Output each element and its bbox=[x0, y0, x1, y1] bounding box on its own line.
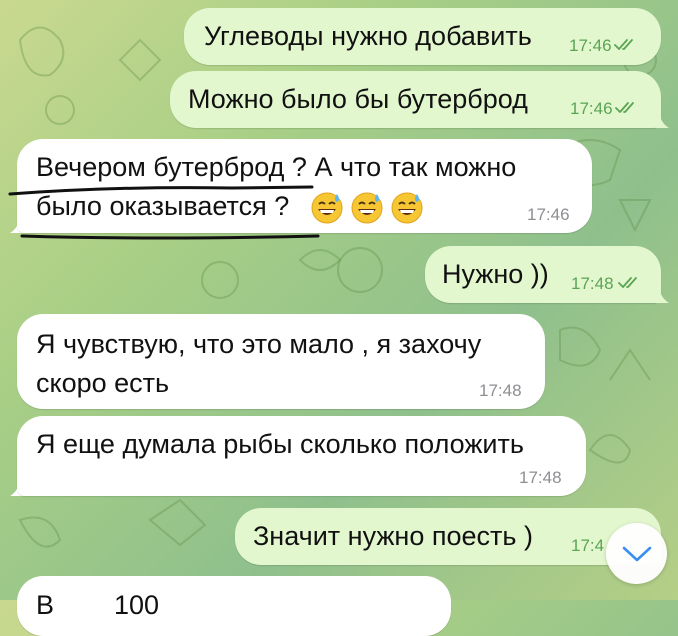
message-text-line: Я чувствую, что это мало , я захочу bbox=[36, 329, 482, 359]
message-text: Нужно )) bbox=[442, 259, 549, 289]
message-bubble-incoming[interactable]: В 100 bbox=[17, 576, 451, 636]
message-time: 17:46 bbox=[569, 36, 612, 55]
message-bubble-outgoing[interactable]: Значит нужно поесть ) 17:4 bbox=[235, 508, 661, 565]
message-time: 17:48 bbox=[519, 468, 562, 487]
scroll-to-bottom-button[interactable] bbox=[606, 523, 667, 584]
message-time: 17:46 bbox=[570, 99, 613, 118]
message-text: Значит нужно поесть ) bbox=[253, 521, 533, 551]
message-bubble-outgoing[interactable]: Можно было бы бутерброд 17:46 bbox=[170, 71, 661, 128]
message-text-line: скоро есть bbox=[36, 368, 170, 398]
message-time: 17:48 bbox=[571, 274, 614, 293]
message-time: 17:46 bbox=[527, 205, 570, 224]
message-time: 17:48 bbox=[479, 381, 522, 400]
message-bubble-outgoing[interactable]: Нужно )) 17:48 bbox=[425, 246, 661, 303]
message-list[interactable]: Углеводы нужно добавить 17:46 Можно было… bbox=[0, 0, 678, 636]
chevron-down-icon bbox=[622, 546, 651, 561]
grinning-sweat-emoji bbox=[391, 192, 423, 224]
message-text: Углеводы нужно добавить bbox=[204, 21, 532, 51]
read-checkmarks-icon bbox=[618, 277, 637, 288]
message-bubble-outgoing[interactable]: Углеводы нужно добавить 17:46 bbox=[184, 8, 661, 65]
read-checkmarks-icon bbox=[615, 102, 634, 113]
bubble-tail bbox=[655, 108, 669, 128]
message-text: Можно было бы бутерброд bbox=[188, 84, 528, 114]
handwritten-underline-annotation bbox=[8, 185, 320, 240]
bubble-tail bbox=[655, 283, 669, 303]
message-text: В 100 bbox=[36, 590, 160, 620]
message-bubble-incoming[interactable]: Я еще думала рыбы сколько положить 17:48 bbox=[17, 416, 586, 496]
read-checkmarks-icon bbox=[614, 39, 633, 50]
message-bubble-incoming[interactable]: Я чувствую, что это мало , я захочу скор… bbox=[17, 314, 545, 409]
message-time: 17:4 bbox=[571, 536, 605, 555]
grinning-sweat-emoji bbox=[351, 192, 383, 224]
message-text: Я еще думала рыбы сколько положить bbox=[36, 429, 524, 459]
